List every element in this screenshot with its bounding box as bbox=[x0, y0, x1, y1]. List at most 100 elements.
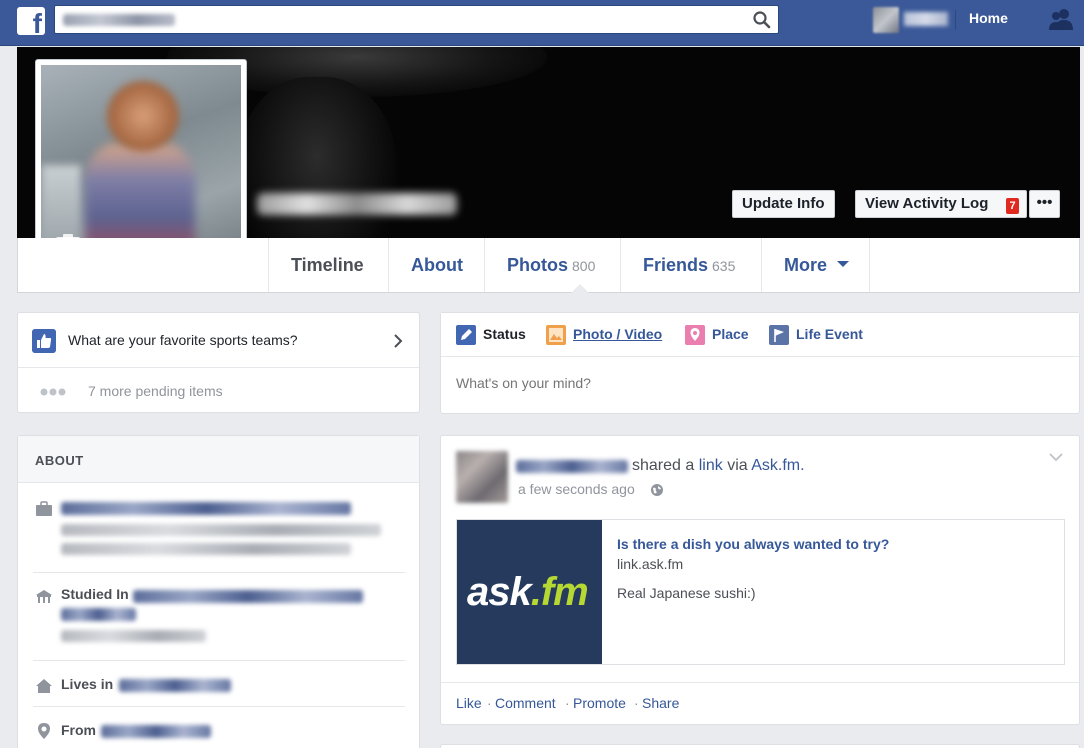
search-box[interactable] bbox=[54, 5, 779, 34]
status-composer: Status Photo / Video Place Life Event bbox=[440, 312, 1080, 414]
tab-photos[interactable]: Photos 800 bbox=[484, 238, 620, 292]
city-blurred[interactable] bbox=[119, 679, 231, 692]
sports-teams-prompt[interactable]: What are your favorite sports teams? bbox=[18, 313, 419, 368]
facebook-logo-icon[interactable]: f bbox=[17, 7, 45, 38]
post-via-app-link[interactable]: Ask.fm. bbox=[751, 457, 804, 474]
nav-divider bbox=[955, 10, 956, 30]
post-headline: shared a link via Ask.fm. bbox=[632, 457, 805, 475]
tab-photos-label: Photos bbox=[507, 255, 568, 275]
tab-timeline-label: Timeline bbox=[291, 255, 364, 275]
from-label: From bbox=[61, 722, 96, 738]
about-divider-3 bbox=[33, 706, 405, 707]
link-url: link.ask.fm bbox=[617, 556, 684, 572]
composer-tab-status[interactable]: Status bbox=[483, 326, 526, 342]
flag-icon bbox=[769, 325, 789, 345]
comment-link[interactable]: Comment bbox=[495, 695, 556, 711]
map-pin-icon bbox=[38, 723, 50, 739]
top-navigation-bar: f Home bbox=[0, 0, 1084, 46]
link-preview[interactable]: ask.fm Is there a dish you always wanted… bbox=[456, 519, 1065, 665]
photos-count: 800 bbox=[572, 258, 596, 274]
friends-count: 635 bbox=[712, 258, 736, 274]
action-separator: · bbox=[565, 695, 570, 711]
photo-icon bbox=[546, 325, 566, 345]
status-input[interactable] bbox=[456, 375, 1056, 391]
post-divider bbox=[441, 682, 1079, 683]
home-icon bbox=[36, 679, 52, 693]
studied-label: Studied In bbox=[61, 586, 129, 602]
activity-log-label: View Activity Log bbox=[865, 195, 989, 212]
home-link[interactable]: Home bbox=[969, 10, 1008, 26]
about-card: ABOUT Studied In Lives in From bbox=[17, 435, 420, 748]
work-detail-blurred bbox=[61, 524, 381, 536]
school-blurred-2[interactable] bbox=[61, 608, 136, 621]
about-header: ABOUT bbox=[18, 436, 419, 483]
composer-tab-photo-video[interactable]: Photo / Video bbox=[573, 326, 662, 342]
tab-about-label: About bbox=[411, 255, 463, 275]
chevron-down-icon bbox=[837, 261, 850, 267]
work-blurred[interactable] bbox=[61, 502, 351, 515]
search-icon[interactable] bbox=[752, 10, 772, 30]
pending-items-link[interactable]: 7 more pending items bbox=[88, 383, 223, 399]
briefcase-icon bbox=[36, 501, 52, 516]
action-separator: · bbox=[634, 695, 639, 711]
composer-tabs: Status Photo / Video Place Life Event bbox=[441, 313, 1079, 357]
profile-image-head bbox=[107, 81, 179, 151]
about-lives-item: Lives in bbox=[33, 676, 405, 700]
hometown-blurred[interactable] bbox=[101, 725, 211, 738]
link-description: Real Japanese sushi:) bbox=[617, 585, 756, 601]
friend-requests-icon[interactable] bbox=[1046, 6, 1076, 34]
composer-tab-life-event[interactable]: Life Event bbox=[796, 326, 863, 342]
work-detail-blurred-2 bbox=[61, 543, 351, 555]
tab-about[interactable]: About bbox=[388, 238, 484, 292]
askfm-thumbnail: ask.fm bbox=[457, 520, 602, 664]
pending-items-card: What are your favorite sports teams? 7 m… bbox=[17, 312, 420, 413]
profile-name-blurred bbox=[257, 193, 457, 215]
school-detail-blurred bbox=[61, 630, 206, 642]
school-blurred[interactable] bbox=[133, 590, 363, 603]
tab-friends[interactable]: Friends 635 bbox=[620, 238, 761, 292]
chevron-down-icon[interactable] bbox=[1048, 451, 1064, 463]
askfm-logo: ask.fm bbox=[467, 570, 589, 615]
about-divider bbox=[33, 572, 405, 573]
profile-tabs: Timeline About Photos 800 Friends 635 More bbox=[17, 238, 1080, 293]
search-input[interactable] bbox=[61, 12, 711, 28]
about-divider-2 bbox=[33, 660, 405, 661]
link-title[interactable]: Is there a dish you always wanted to try… bbox=[617, 536, 889, 552]
promote-link[interactable]: Promote bbox=[573, 695, 626, 711]
post-author-name-blurred[interactable] bbox=[516, 460, 628, 473]
composer-tab-place[interactable]: Place bbox=[712, 326, 749, 342]
profile-image bbox=[41, 65, 241, 265]
next-post-card bbox=[440, 744, 1080, 748]
tab-more-label: More bbox=[784, 255, 828, 275]
user-avatar[interactable] bbox=[873, 7, 899, 33]
about-work-item bbox=[33, 498, 405, 558]
about-education-item: Studied In bbox=[33, 586, 405, 646]
globe-icon[interactable] bbox=[650, 483, 664, 497]
user-name-blurred[interactable] bbox=[904, 12, 948, 26]
like-link[interactable]: Like bbox=[456, 695, 482, 711]
post-via-text: via bbox=[727, 457, 748, 474]
timeline-post: shared a link via Ask.fm. a few seconds … bbox=[440, 435, 1080, 725]
activity-count-badge: 7 bbox=[1006, 198, 1019, 214]
chevron-right-icon[interactable] bbox=[391, 332, 405, 350]
view-activity-log-button[interactable]: View Activity Log 7 bbox=[855, 190, 1027, 218]
prompt-question: What are your favorite sports teams? bbox=[68, 332, 298, 348]
post-shared-text: shared a bbox=[632, 457, 695, 474]
tab-more[interactable]: More bbox=[761, 238, 870, 292]
school-icon bbox=[36, 590, 52, 603]
share-link[interactable]: Share bbox=[642, 695, 679, 711]
ellipsis-icon bbox=[40, 388, 66, 396]
post-timestamp[interactable]: a few seconds ago bbox=[518, 481, 635, 497]
post-link-word[interactable]: link bbox=[699, 457, 723, 474]
askfm-logo-text: ask bbox=[467, 570, 532, 614]
tab-timeline[interactable]: Timeline bbox=[268, 238, 589, 293]
askfm-logo-suffix: .fm bbox=[530, 570, 589, 614]
place-icon bbox=[685, 325, 705, 345]
update-info-button[interactable]: Update Info bbox=[732, 190, 835, 218]
post-author-avatar[interactable] bbox=[456, 451, 508, 503]
about-title[interactable]: ABOUT bbox=[35, 453, 84, 468]
about-from-item: From bbox=[33, 722, 405, 746]
pencil-icon bbox=[456, 325, 476, 345]
lives-label: Lives in bbox=[61, 676, 114, 692]
more-options-button[interactable]: ••• bbox=[1029, 190, 1060, 218]
